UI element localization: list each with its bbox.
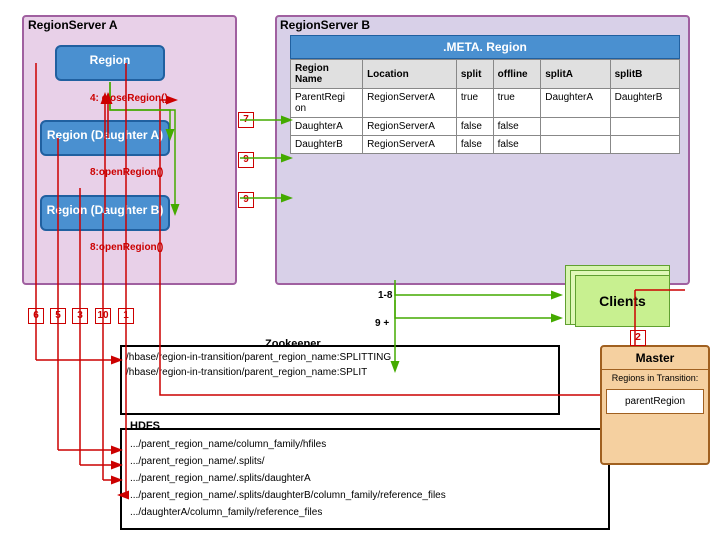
step-9b: 9 bbox=[238, 192, 254, 208]
step-7: 7 bbox=[238, 112, 254, 128]
step-1: 1 bbox=[118, 308, 134, 324]
col-splita: splitA bbox=[541, 60, 610, 89]
step-3: 3 bbox=[72, 308, 88, 324]
master-label: Master bbox=[602, 347, 708, 370]
table-row: DaughterA RegionServerA false false bbox=[291, 118, 680, 136]
step-1-8-label: 1-8 bbox=[378, 290, 392, 301]
close-region-label: 4: closeRegion() bbox=[90, 93, 168, 104]
col-location: Location bbox=[363, 60, 457, 89]
meta-table-title: .META. Region bbox=[290, 35, 680, 59]
meta-table-container: .META. Region RegionName Location split … bbox=[290, 35, 680, 154]
hdfs-text: .../parent_region_name/column_family/hfi… bbox=[130, 436, 446, 521]
region-server-b-label: RegionServer B bbox=[280, 18, 370, 32]
col-splitb: splitB bbox=[610, 60, 679, 89]
step-2: 2 bbox=[630, 330, 646, 346]
region-server-a-label: RegionServer A bbox=[28, 18, 118, 32]
region-daughter-a-box: Region (Daughter A) bbox=[40, 120, 170, 156]
open-region-a-label: 8:openRegion() bbox=[90, 167, 163, 178]
master-box: Master Regions in Transition: parentRegi… bbox=[600, 345, 710, 465]
clients-label: Clients bbox=[575, 275, 670, 327]
region-main-box: Region bbox=[55, 45, 165, 81]
step-10: 10 bbox=[95, 308, 111, 324]
step-5: 5 bbox=[50, 308, 66, 324]
table-row: ParentRegion RegionServerA true true Dau… bbox=[291, 89, 680, 118]
open-region-b-label: 8:openRegion() bbox=[90, 242, 163, 253]
step-9a: 9 bbox=[238, 152, 254, 168]
region-daughter-b-box: Region (Daughter B) bbox=[40, 195, 170, 231]
table-row: DaughterB RegionServerA false false bbox=[291, 136, 680, 154]
diagram: RegionServer A RegionServer B Region Reg… bbox=[0, 0, 720, 540]
col-split: split bbox=[456, 60, 493, 89]
zookeeper-text: /hbase/region-in-transition/parent_regio… bbox=[126, 350, 391, 380]
meta-table: RegionName Location split offline splitA… bbox=[290, 59, 680, 154]
col-offline: offline bbox=[493, 60, 541, 89]
col-region-name: RegionName bbox=[291, 60, 363, 89]
parent-region-box: parentRegion bbox=[606, 389, 704, 414]
step-6: 6 bbox=[28, 308, 44, 324]
step-9plus-label: 9 + bbox=[375, 318, 389, 329]
regions-in-transition-label: Regions in Transition: bbox=[602, 370, 708, 385]
